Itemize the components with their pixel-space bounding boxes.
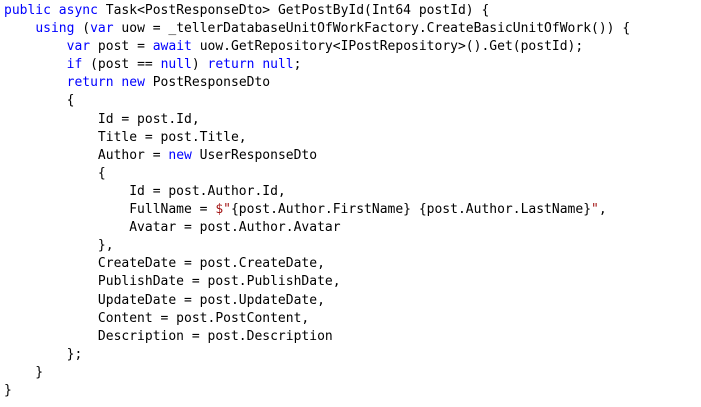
code-text: FullName =	[4, 202, 216, 218]
code-text: Author =	[4, 147, 169, 163]
code-text: (	[74, 21, 91, 37]
code-text: Avatar = post.Author.Avatar	[4, 220, 341, 236]
code-text: Description = post.Description	[4, 328, 333, 344]
code-text: }	[4, 382, 12, 398]
code-keyword: null	[262, 57, 294, 73]
code-line: Avatar = post.Author.Avatar	[4, 219, 701, 237]
code-line: public async Task<PostResponseDto> GetPo…	[4, 2, 701, 20]
code-keyword: async	[58, 3, 98, 18]
code-line: {	[4, 92, 701, 110]
code-text: Id = post.Author.Id,	[4, 183, 286, 199]
code-line: Description = post.Description	[4, 328, 701, 346]
code-keyword: new	[168, 147, 192, 163]
code-text: uow = _tellerDatabaseUnitOfWorkFactory.C…	[113, 21, 631, 37]
code-text: ,	[598, 202, 607, 218]
code-keyword: var	[90, 21, 114, 37]
code-line: FullName = $"{post.Author.FirstName} {po…	[4, 201, 701, 219]
code-text: PublishDate = post.PublishDate,	[4, 274, 341, 290]
code-text: UserResponseDto	[191, 147, 318, 163]
code-line: return new PostResponseDto	[4, 74, 701, 92]
code-line: Title = post.Title,	[4, 129, 701, 147]
code-keyword: using	[35, 21, 75, 37]
code-line: }	[4, 364, 701, 382]
code-keyword: public	[4, 3, 51, 18]
code-text: Content = post.PostContent,	[4, 310, 310, 326]
code-line: Content = post.PostContent,	[4, 310, 701, 328]
code-line: UpdateDate = post.UpdateDate,	[4, 292, 701, 310]
code-line: },	[4, 237, 701, 255]
code-text: uow.GetRepository<IPostRepository>().Get…	[191, 39, 584, 55]
code-line: }	[4, 382, 701, 400]
code-keyword: return	[66, 75, 114, 91]
code-text: Task<PostResponseDto> GetPostById(Int64 …	[97, 3, 490, 18]
code-text: PostResponseDto	[144, 75, 271, 91]
code-line: Id = post.Id,	[4, 111, 701, 129]
code-string	[411, 202, 419, 217]
code-line: PublishDate = post.PublishDate,	[4, 273, 701, 291]
code-text: )	[191, 57, 208, 73]
code-text: {	[4, 165, 106, 181]
code-line: Id = post.Author.Id,	[4, 183, 701, 201]
code-string: $"	[215, 202, 231, 218]
code-text: post =	[90, 39, 153, 55]
code-text: {	[4, 93, 75, 109]
code-text: CreateDate = post.CreateDate,	[4, 256, 325, 272]
code-keyword: if	[66, 57, 83, 73]
code-keyword: new	[121, 75, 145, 91]
code-line: {	[4, 165, 701, 183]
code-text: }	[4, 364, 44, 380]
code-text: {post.Author.FirstName}	[230, 202, 411, 218]
code-text: (post ==	[82, 57, 161, 73]
code-line: using (var uow = _tellerDatabaseUnitOfWo…	[4, 20, 701, 38]
code-line: };	[4, 346, 701, 364]
code-text: ;	[293, 57, 302, 73]
code-string: "	[591, 202, 599, 218]
code-text: Id = post.Id,	[4, 111, 200, 127]
code-text: UpdateDate = post.UpdateDate,	[4, 292, 325, 308]
code-line: if (post == null) return null;	[4, 56, 701, 74]
code-keyword: await	[152, 39, 192, 55]
code-editor[interactable]: public async Task<PostResponseDto> GetPo…	[0, 0, 701, 407]
code-text: {post.Author.LastName}	[418, 202, 592, 218]
code-text: },	[4, 238, 114, 254]
code-text: Title = post.Title,	[4, 129, 247, 145]
code-keyword: null	[160, 57, 192, 73]
code-keyword: return	[207, 57, 255, 73]
code-keyword: var	[66, 39, 91, 55]
code-line: var post = await uow.GetRepository<IPost…	[4, 38, 701, 56]
code-line: CreateDate = post.CreateDate,	[4, 255, 701, 273]
code-line: Author = new UserResponseDto	[4, 147, 701, 165]
code-text: };	[4, 346, 83, 362]
